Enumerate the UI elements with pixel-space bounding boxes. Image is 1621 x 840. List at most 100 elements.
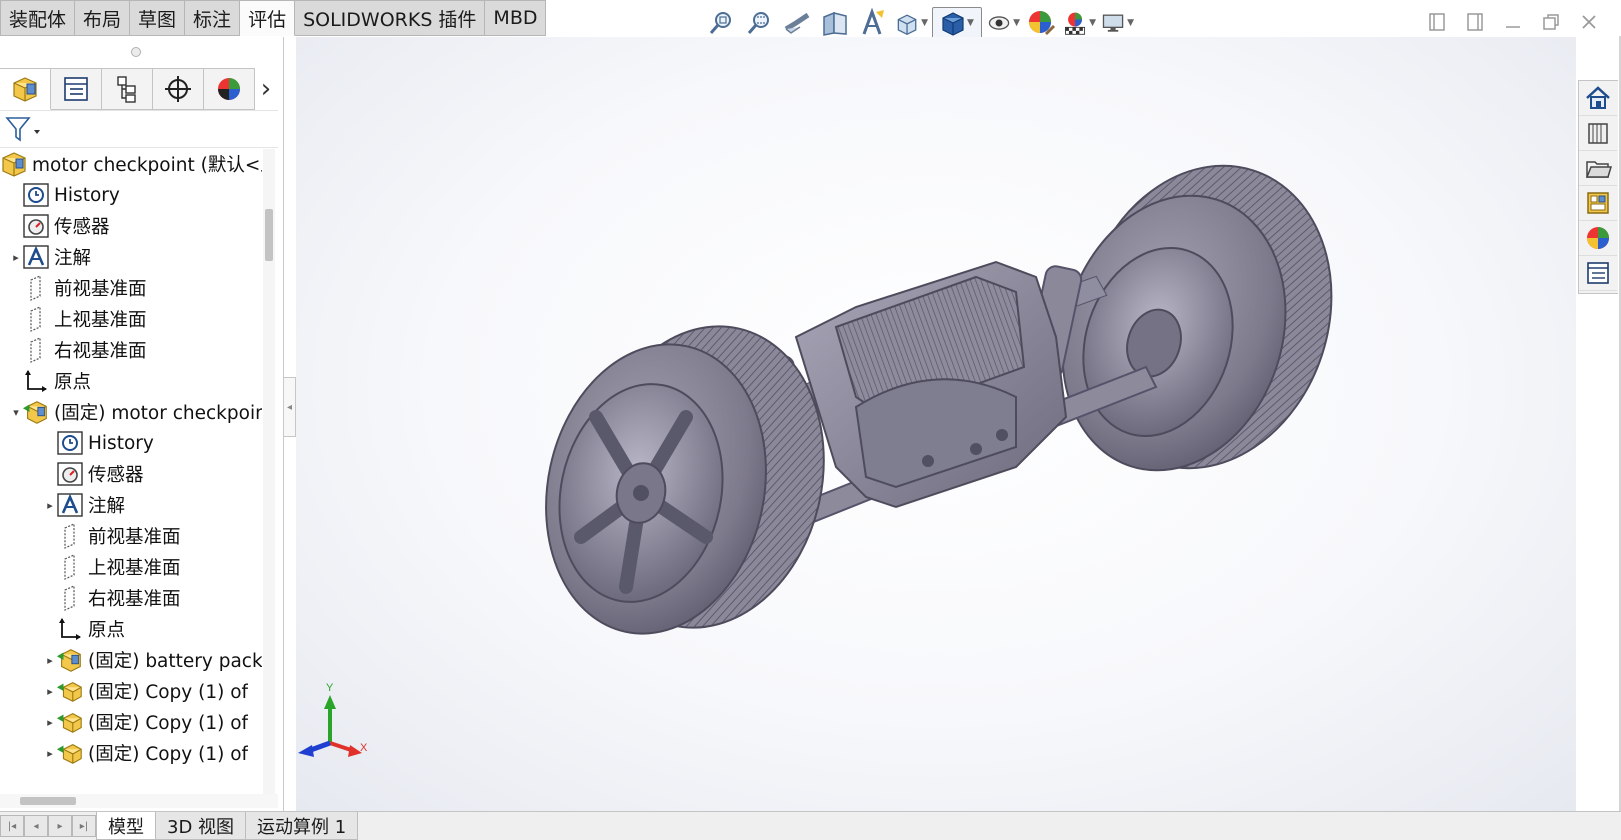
tree-item-component[interactable]: ▸ (固定) Copy (1) of (44, 707, 248, 737)
home-icon[interactable] (1579, 81, 1617, 116)
chevron-down-icon[interactable]: ▼ (1013, 18, 1020, 28)
tree-item-history[interactable]: History (44, 428, 154, 458)
tree-item-label: 上视基准面 (54, 310, 147, 331)
solidworks-window: 装配体 布局 草图 标注 评估 SOLIDWORKS 插件 MBD ▼ ▼ ▼ … (0, 0, 1621, 840)
vertical-scrollbar[interactable] (263, 149, 275, 799)
tab-model[interactable]: 模型 (96, 812, 156, 840)
tab-mbd[interactable]: MBD (485, 0, 547, 36)
tab-layout[interactable]: 布局 (75, 0, 131, 36)
view-settings-icon[interactable]: ▼ (1100, 7, 1134, 39)
tree-item-history[interactable]: History (10, 180, 120, 210)
plane-icon (22, 274, 50, 302)
panel-collapse-handle[interactable]: ◂ (284, 377, 296, 437)
tree-item-component[interactable]: ▸ (固定) Copy (1) of (44, 676, 248, 706)
panel-grip[interactable] (131, 47, 141, 57)
dock-right-icon[interactable] (1463, 10, 1487, 34)
file-explorer-icon[interactable] (1579, 151, 1617, 186)
section-view-icon[interactable] (818, 7, 852, 39)
tree-item-top-plane[interactable]: 上视基准面 (10, 304, 147, 334)
displaymanager-tab[interactable] (204, 68, 255, 110)
featuremanager-tab[interactable] (0, 68, 51, 110)
view-orientation-icon[interactable]: ▼ (894, 7, 928, 39)
previous-view-icon[interactable] (780, 7, 814, 39)
tree-root-assembly[interactable]: motor checkpoint (默认<显 (0, 149, 262, 179)
custom-properties-icon[interactable] (1579, 256, 1617, 291)
horizontal-scrollbar[interactable] (0, 794, 278, 808)
scroll-thumb[interactable] (20, 797, 76, 805)
tree-item-origin[interactable]: 原点 (44, 614, 125, 644)
tree-item-origin[interactable]: 原点 (10, 366, 91, 396)
command-manager-tabs: 装配体 布局 草图 标注 评估 SOLIDWORKS 插件 MBD (0, 0, 547, 36)
fixed-subassembly-icon (56, 646, 84, 674)
prev-tab-icon[interactable]: ◂ (24, 815, 48, 837)
collapse-arrow-icon[interactable]: ▾ (10, 397, 22, 427)
dynamic-annotation-icon[interactable] (856, 7, 890, 39)
chevron-right-icon[interactable]: › (255, 68, 277, 110)
expand-arrow-icon[interactable]: ▸ (10, 242, 22, 272)
expand-arrow-icon[interactable]: ▸ (44, 490, 56, 520)
tree-item-battery-pack[interactable]: ▸ (固定) battery pack (44, 645, 262, 675)
tab-evaluate[interactable]: 评估 (240, 0, 296, 36)
edit-appearance-icon[interactable] (1024, 7, 1058, 39)
fixed-part-icon (56, 708, 84, 736)
expand-arrow-icon[interactable]: ▸ (44, 707, 56, 737)
chevron-down-icon[interactable]: ▼ (921, 18, 928, 28)
first-tab-icon[interactable]: |◂ (0, 815, 24, 837)
tree-item-top-plane[interactable]: 上视基准面 (44, 552, 181, 582)
zoom-to-fit-icon[interactable] (704, 7, 738, 39)
tree-item-label: 前视基准面 (54, 279, 147, 300)
design-library-icon[interactable] (1579, 116, 1617, 151)
tab-solidworks-addins[interactable]: SOLIDWORKS 插件 (295, 0, 486, 36)
filter-icon[interactable] (4, 115, 40, 143)
tree-item-label: (固定) motor checkpoint (54, 403, 262, 424)
chevron-down-icon[interactable]: ▼ (1127, 18, 1134, 28)
assembly-model[interactable] (296, 37, 1576, 811)
expand-arrow-icon[interactable]: ▸ (44, 676, 56, 706)
restore-icon[interactable] (1539, 10, 1563, 34)
next-tab-icon[interactable]: ▸ (48, 815, 72, 837)
expand-arrow-icon[interactable]: ▸ (44, 738, 56, 768)
scroll-thumb[interactable] (265, 209, 273, 261)
appearances-icon[interactable] (1579, 221, 1617, 256)
minimize-icon[interactable] (1501, 10, 1525, 34)
plane-icon (22, 305, 50, 333)
close-icon[interactable] (1577, 10, 1601, 34)
expand-arrow-icon[interactable]: ▸ (44, 645, 56, 675)
zoom-to-area-icon[interactable] (742, 7, 776, 39)
tree-item-right-plane[interactable]: 右视基准面 (44, 583, 181, 613)
dock-left-icon[interactable] (1425, 10, 1449, 34)
tree-item-front-plane[interactable]: 前视基准面 (44, 521, 181, 551)
tab-markup[interactable]: 标注 (185, 0, 241, 36)
motor-housing[interactable] (794, 260, 1068, 509)
tree-item-annotations[interactable]: ▸ 注解 (44, 490, 125, 520)
view-palette-icon[interactable] (1579, 186, 1617, 221)
tab-sketch[interactable]: 草图 (130, 0, 186, 36)
tree-item-front-plane[interactable]: 前视基准面 (10, 273, 147, 303)
propertymanager-tab[interactable] (51, 68, 102, 110)
tab-motion-study[interactable]: 运动算例 1 (246, 812, 359, 840)
graphics-area[interactable]: Y X Z (296, 37, 1576, 811)
apply-scene-icon[interactable]: ▼ (1062, 7, 1096, 39)
tree-item-label: 传感器 (54, 217, 110, 238)
display-style-icon[interactable]: ▼ (932, 7, 982, 39)
tree-filter[interactable] (0, 110, 278, 148)
tree-item-subassembly[interactable]: ▾ (固定) motor checkpoint (10, 397, 262, 427)
tree-item-sensors[interactable]: 传感器 (10, 211, 110, 241)
tab-assembly[interactable]: 装配体 (0, 0, 76, 36)
hide-show-items-icon[interactable]: ▼ (986, 7, 1020, 39)
tree-item-annotations[interactable]: ▸ 注解 (10, 242, 91, 272)
tree-item-label: 前视基准面 (88, 527, 181, 548)
configurationmanager-tab[interactable] (102, 68, 153, 110)
document-tabs: 模型 3D 视图 运动算例 1 (96, 812, 359, 840)
chevron-down-icon[interactable]: ▼ (1089, 18, 1096, 28)
last-tab-icon[interactable]: ▸| (72, 815, 96, 837)
tree-item-right-plane[interactable]: 右视基准面 (10, 335, 147, 365)
tree-item-sensors[interactable]: 传感器 (44, 459, 144, 489)
tree-item-component[interactable]: ▸ (固定) Copy (1) of (44, 738, 248, 768)
dimxpertmanager-tab[interactable] (153, 68, 204, 110)
tab-3d-views[interactable]: 3D 视图 (156, 812, 247, 840)
chevron-down-icon[interactable]: ▼ (967, 18, 974, 28)
rear-wheel[interactable] (1028, 133, 1370, 501)
